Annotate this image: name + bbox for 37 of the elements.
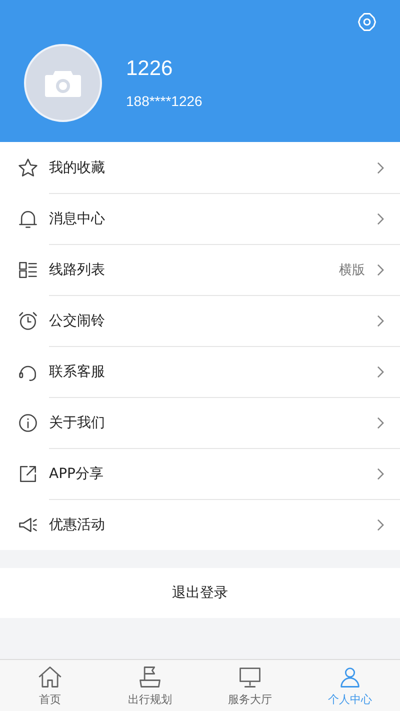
menu-label: 关于我们 bbox=[49, 414, 106, 432]
chevron-right-icon bbox=[377, 366, 384, 378]
chevron-right-icon bbox=[377, 518, 384, 530]
settings-icon[interactable] bbox=[356, 11, 378, 33]
menu-label: 消息中心 bbox=[49, 210, 106, 228]
menu-label: 联系客服 bbox=[49, 362, 106, 380]
chevron-right-icon bbox=[377, 212, 384, 224]
menu-item[interactable]: 消息中心 bbox=[0, 193, 400, 244]
menu-label: 公交闹铃 bbox=[49, 312, 106, 330]
menu-label: 优惠活动 bbox=[49, 516, 106, 534]
alarm-clock-icon bbox=[17, 310, 39, 332]
menu-item[interactable]: 关于我们 bbox=[0, 397, 400, 448]
menu-item[interactable]: 优惠活动 bbox=[0, 499, 400, 550]
menu-item[interactable]: APP分享 bbox=[0, 448, 400, 499]
menu-label: APP分享 bbox=[49, 464, 104, 482]
chevron-right-icon bbox=[377, 468, 384, 480]
menu-item[interactable]: 我的收藏 bbox=[0, 142, 400, 193]
info-icon bbox=[17, 412, 39, 434]
chevron-right-icon bbox=[377, 314, 384, 326]
tab[interactable]: 出行规划 bbox=[100, 660, 200, 711]
tab[interactable]: 服务大厅 bbox=[200, 660, 300, 711]
logout-button[interactable]: 退出登录 bbox=[0, 568, 400, 618]
menu-item[interactable]: 公交闹铃 bbox=[0, 295, 400, 346]
menu-value: 横版 bbox=[339, 262, 365, 278]
phone-number: 188****1226 bbox=[126, 93, 202, 109]
home-icon bbox=[37, 664, 63, 690]
menu-label: 线路列表 bbox=[49, 260, 106, 278]
flag-icon bbox=[137, 664, 163, 690]
chevron-right-icon bbox=[377, 264, 384, 276]
menu-label: 我的收藏 bbox=[49, 158, 106, 176]
star-icon bbox=[17, 156, 39, 178]
chevron-right-icon bbox=[377, 162, 384, 174]
menu-item[interactable]: 联系客服 bbox=[0, 346, 400, 397]
chevron-right-icon bbox=[377, 416, 384, 428]
user-name: 1226 bbox=[126, 57, 174, 81]
menu-item[interactable]: 线路列表 横版 bbox=[0, 244, 400, 295]
tab[interactable]: 首页 bbox=[0, 660, 100, 711]
